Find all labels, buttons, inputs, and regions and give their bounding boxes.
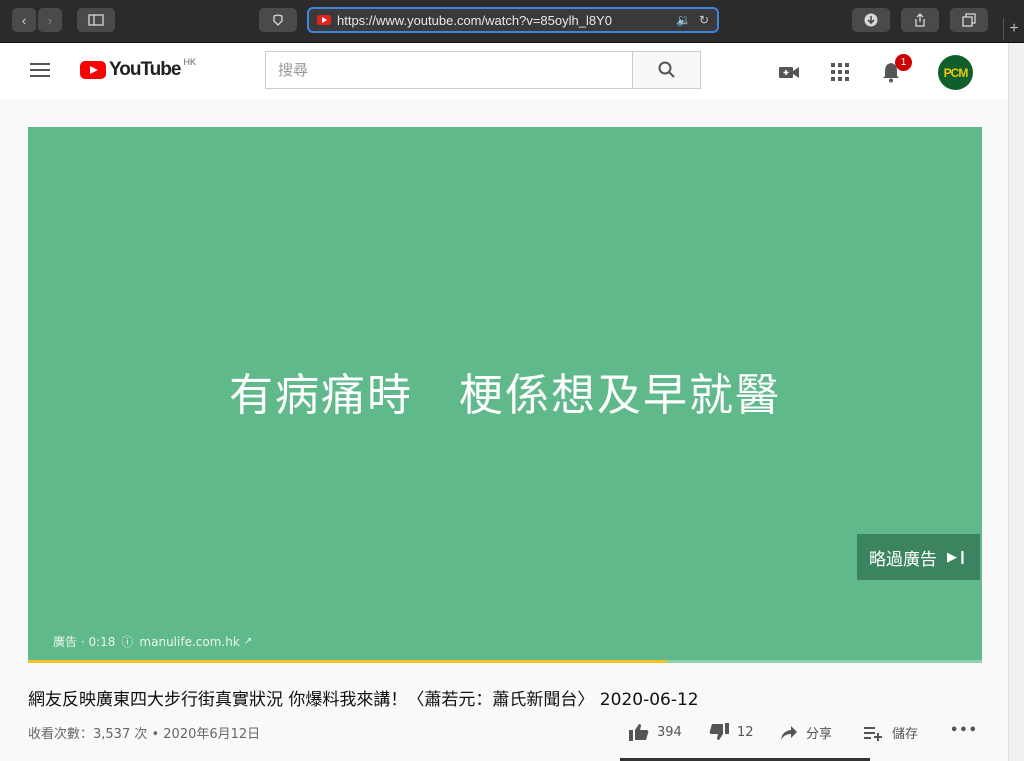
page: YouTube HK 1 PCM 有病痛時 梗係想及早就醫 略過廣告 bbox=[0, 43, 1008, 761]
apps-grid-icon bbox=[831, 63, 849, 81]
thumbs-up-icon bbox=[629, 724, 649, 741]
like-count: 394 bbox=[657, 724, 682, 740]
ad-progress-bar[interactable] bbox=[28, 660, 982, 663]
thumbs-down-icon bbox=[709, 723, 729, 740]
avatar-text: PCM bbox=[943, 65, 969, 80]
shield-icon bbox=[273, 14, 283, 26]
downloads-button[interactable] bbox=[852, 8, 890, 32]
info-icon[interactable]: ⓘ bbox=[121, 633, 133, 650]
tabs-button[interactable] bbox=[950, 8, 988, 32]
scrollbar[interactable] bbox=[1008, 43, 1024, 761]
more-icon: ••• bbox=[950, 723, 978, 738]
video-title: 網友反映廣東四大步行街真實狀況 你爆料我來講！〈蕭若元：蕭氏新聞台〉 2020-… bbox=[28, 690, 699, 710]
save-label: 儲存 bbox=[892, 727, 919, 742]
search-input[interactable] bbox=[266, 52, 632, 88]
share-arrow-icon bbox=[781, 725, 797, 740]
extension-button[interactable] bbox=[259, 8, 297, 32]
download-icon bbox=[864, 13, 878, 27]
ad-info: 廣告 · 0:18 ⓘ manulife.com.hk ↗ bbox=[53, 633, 252, 650]
video-meta: 收看次數：3,537 次 • 2020年6月12日 bbox=[28, 727, 261, 742]
tabs-icon bbox=[962, 13, 976, 27]
dislike-button[interactable]: 12 bbox=[709, 723, 754, 741]
logo-text: YouTube bbox=[109, 59, 181, 80]
url-text: https://www.youtube.com/watch?v=85oylh_l… bbox=[337, 12, 612, 28]
new-tab-button[interactable]: + bbox=[1003, 18, 1024, 40]
audio-icon[interactable]: 🔉 bbox=[676, 13, 691, 27]
youtube-logo[interactable]: YouTube HK bbox=[80, 57, 196, 81]
share-button[interactable]: 分享 bbox=[780, 723, 832, 742]
video-camera-icon bbox=[779, 67, 799, 78]
sidebar-toggle-button[interactable] bbox=[77, 8, 115, 32]
youtube-header: YouTube HK 1 PCM bbox=[0, 43, 1008, 99]
back-button[interactable]: ‹ bbox=[12, 8, 36, 32]
notification-badge: 1 bbox=[895, 54, 912, 71]
save-button[interactable]: 儲存 bbox=[864, 723, 918, 742]
skip-ad-label: 略過廣告 bbox=[869, 549, 938, 570]
ad-caption: 有病痛時 梗係想及早就醫 bbox=[229, 370, 781, 421]
menu-icon[interactable] bbox=[30, 63, 50, 79]
sidebar-icon bbox=[88, 14, 104, 26]
dislike-count: 12 bbox=[737, 724, 754, 740]
create-video-button[interactable] bbox=[778, 61, 800, 83]
youtube-play-icon bbox=[80, 61, 106, 79]
share-icon bbox=[915, 13, 925, 27]
like-button[interactable]: 394 bbox=[629, 723, 682, 741]
video-player[interactable]: 有病痛時 梗係想及早就醫 略過廣告 ▶❙ 廣告 · 0:18 ⓘ manulif… bbox=[28, 127, 982, 663]
reload-icon[interactable]: ↻ bbox=[699, 13, 709, 27]
search-icon bbox=[658, 61, 675, 78]
share-label: 分享 bbox=[806, 727, 833, 742]
region-code: HK bbox=[183, 57, 196, 67]
ad-domain-link[interactable]: manulife.com.hk bbox=[139, 635, 239, 649]
search-box bbox=[265, 51, 633, 89]
share-browser-button[interactable] bbox=[901, 8, 939, 32]
avatar[interactable]: PCM bbox=[938, 55, 973, 90]
browser-toolbar: ‹ › https://www.youtube.com/watch?v=85oy… bbox=[0, 0, 1024, 43]
ad-progress-fill bbox=[28, 660, 668, 663]
forward-button[interactable]: › bbox=[38, 8, 62, 32]
more-actions-button[interactable]: ••• bbox=[950, 723, 978, 738]
playlist-add-icon bbox=[864, 726, 882, 741]
skip-ad-button[interactable]: 略過廣告 ▶❙ bbox=[857, 534, 980, 580]
apps-button[interactable] bbox=[829, 61, 851, 83]
address-bar[interactable]: https://www.youtube.com/watch?v=85oylh_l… bbox=[307, 7, 719, 33]
search-button[interactable] bbox=[632, 51, 701, 89]
skip-next-icon: ▶❙ bbox=[947, 549, 968, 565]
external-link-icon: ↗ bbox=[243, 636, 253, 647]
ad-label: 廣告 · 0:18 bbox=[53, 635, 116, 649]
youtube-favicon-icon bbox=[317, 15, 331, 25]
